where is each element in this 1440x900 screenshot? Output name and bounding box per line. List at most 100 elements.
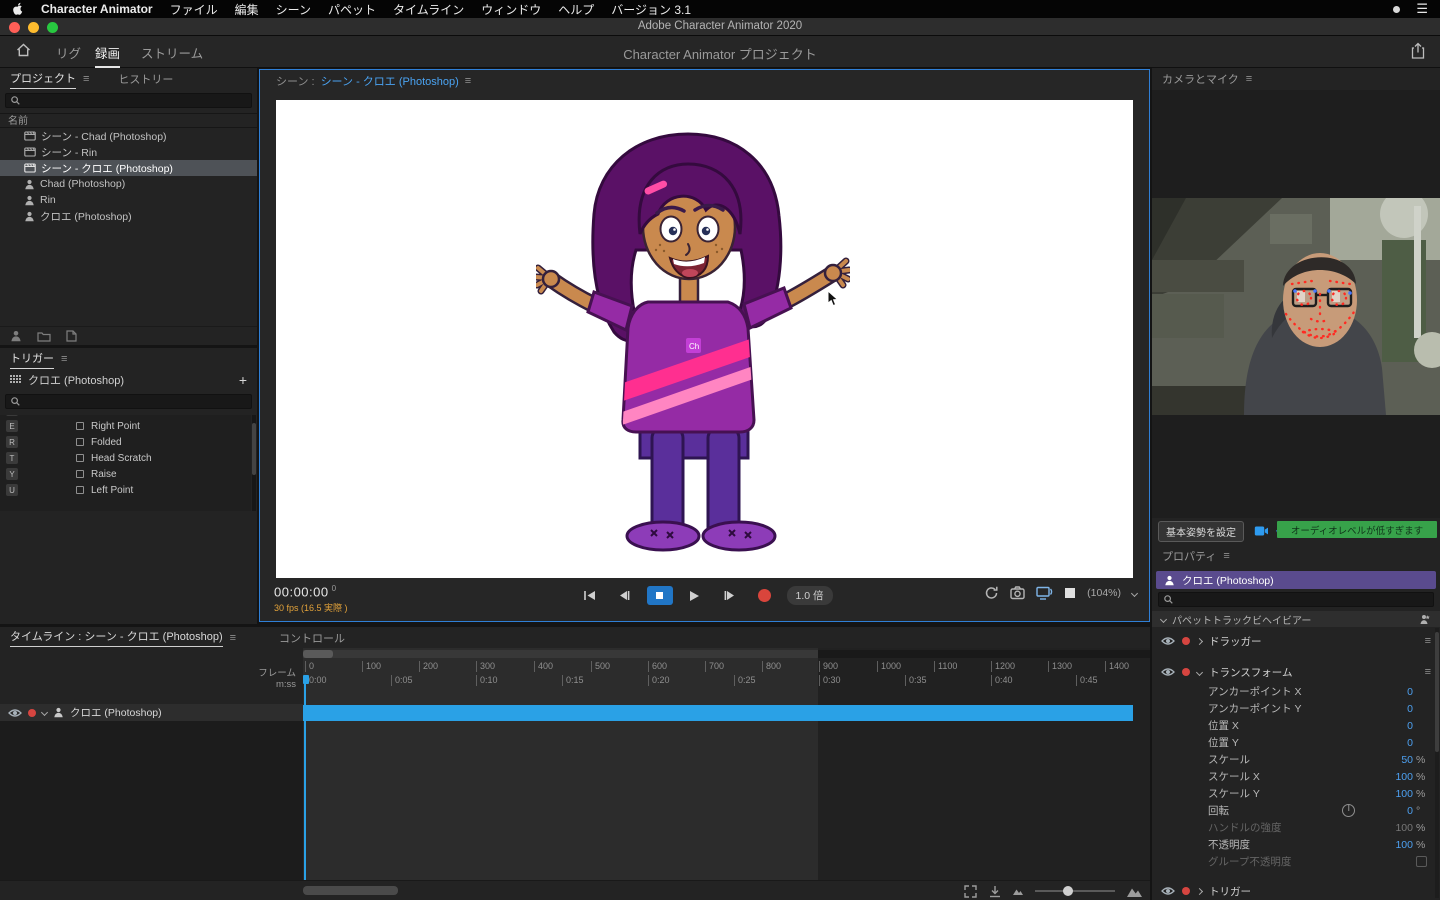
scene-header-name[interactable]: シーン - クロエ (Photoshop) (321, 73, 459, 89)
behavior-badge-icon[interactable] (1419, 614, 1431, 625)
behavior-trigger-row[interactable]: トリガー (1152, 882, 1440, 900)
param-position-x[interactable]: 位置 X0 (1152, 717, 1440, 734)
trigger-key[interactable]: T (6, 452, 18, 464)
properties-search-input[interactable] (1177, 594, 1428, 605)
behavior-transform-row[interactable]: トランスフォーム ≡ (1152, 663, 1440, 681)
param-scale-x[interactable]: スケール X 100% (1152, 768, 1440, 785)
timeline-panel-menu-icon[interactable]: ≡ (230, 632, 236, 644)
param-opacity[interactable]: 不透明度 100% (1152, 836, 1440, 853)
menubar-app-name[interactable]: Character Animator (41, 2, 153, 16)
project-name-header[interactable]: 名前 (0, 113, 257, 128)
menu-file[interactable]: ファイル (170, 1, 218, 18)
project-item-scene-rin[interactable]: シーン - Rin (0, 144, 257, 160)
zoom-out-icon[interactable] (1013, 887, 1023, 895)
behavior-dragger-row[interactable]: ドラッガー ≡ (1152, 632, 1440, 650)
group-opacity-checkbox[interactable] (1416, 856, 1427, 867)
eye-icon[interactable] (1161, 636, 1175, 646)
trigger-key[interactable]: R (6, 436, 18, 448)
playback-speed[interactable]: 1.0 倍 (786, 586, 833, 605)
menu-window[interactable]: ウィンドウ (481, 1, 541, 18)
menubar-list-icon[interactable]: ☰ (1416, 1, 1428, 17)
param-anchor-x[interactable]: アンカーポイント X0 (1152, 683, 1440, 700)
triggers-search-input[interactable] (24, 396, 246, 407)
zoom-chevron-down-icon[interactable] (1130, 589, 1139, 597)
param-rotation[interactable]: 回転 0 ° (1152, 802, 1440, 819)
snapshot-icon[interactable] (1010, 586, 1025, 600)
timeline-zoom-slider[interactable] (1035, 886, 1115, 896)
properties-panel-menu-icon[interactable]: ≡ (1223, 550, 1229, 562)
trigger-row-right-point[interactable]: E Right Point (0, 418, 251, 434)
menu-help[interactable]: ヘルプ (558, 1, 594, 18)
dragger-row-menu-icon[interactable]: ≡ (1425, 635, 1431, 647)
new-scene-icon[interactable] (66, 330, 77, 342)
project-search[interactable] (5, 93, 252, 108)
tab-triggers[interactable]: トリガー (10, 350, 54, 369)
param-scale-y[interactable]: スケール Y 100% (1152, 785, 1440, 802)
trigger-key[interactable]: E (6, 420, 18, 432)
timeline-horizontal-scrollbar[interactable] (303, 886, 398, 895)
new-puppet-icon[interactable] (10, 330, 22, 342)
timeline-navigator-bar[interactable] (303, 650, 1150, 658)
trigger-row-raise[interactable]: Y Raise (0, 466, 251, 482)
frame-ruler[interactable]: 0 100 200 300 400 500 600 700 800 900 10… (303, 661, 1150, 674)
tab-project[interactable]: プロジェクト (10, 70, 76, 89)
param-position-y[interactable]: 位置 Y0 (1152, 734, 1440, 751)
chevron-right-icon[interactable] (1195, 887, 1204, 895)
zoom-level[interactable]: (104%) (1087, 587, 1121, 599)
record-button[interactable] (751, 586, 777, 605)
zoom-slider-knob[interactable] (1063, 886, 1073, 896)
play-button[interactable] (681, 586, 707, 605)
arm-record-dot[interactable] (1182, 887, 1190, 895)
camera-icon[interactable] (1254, 525, 1269, 537)
behaviors-header[interactable]: パペットトラックビヘイビアー (1152, 611, 1440, 627)
properties-scrollbar[interactable] (1435, 628, 1439, 898)
fullscreen-icon[interactable] (1064, 587, 1076, 599)
project-item-scene-chloe-selected[interactable]: シーン - クロエ (Photoshop) (0, 160, 257, 176)
project-panel-menu-icon[interactable]: ≡ (83, 73, 89, 85)
trigger-row-left-point[interactable]: U Left Point (0, 482, 251, 498)
tab-history[interactable]: ヒストリー (118, 71, 173, 87)
scene-panel-menu-icon[interactable]: ≡ (465, 75, 471, 87)
triggers-search[interactable] (5, 394, 252, 409)
project-item-puppet-rin[interactable]: Rin (0, 192, 257, 208)
menu-edit[interactable]: 編集 (235, 1, 259, 18)
puppet-chloe-artwork[interactable]: Ch (536, 132, 850, 552)
trigger-key[interactable]: U (6, 484, 18, 496)
export-share-icon[interactable] (1410, 42, 1426, 60)
time-ruler[interactable]: 0:00 0:05 0:10 0:15 0:20 0:25 0:30 0:35 … (303, 675, 1150, 688)
transform-row-menu-icon[interactable]: ≡ (1425, 666, 1431, 678)
eye-icon[interactable] (1161, 886, 1175, 896)
timeline-track-header[interactable]: クロエ (Photoshop) (0, 704, 303, 721)
timecode[interactable]: 00:00:00 0 (274, 584, 337, 599)
stream-monitor-icon[interactable] (1036, 586, 1053, 600)
scene-canvas[interactable]: Ch (276, 100, 1133, 578)
properties-puppet-row[interactable]: クロエ (Photoshop) (1156, 571, 1436, 589)
go-to-start-button[interactable] (576, 586, 602, 605)
set-rest-pose-button[interactable]: 基本姿勢を設定 (1158, 520, 1244, 542)
tab-controls[interactable]: コントロール (279, 630, 345, 646)
loop-icon[interactable] (984, 586, 999, 600)
menubar-status-dot-icon[interactable] (1393, 5, 1401, 13)
chevron-right-icon[interactable] (1195, 637, 1204, 645)
chevron-down-icon[interactable] (1195, 668, 1204, 676)
param-anchor-y[interactable]: アンカーポイント Y0 (1152, 700, 1440, 717)
triggers-panel-menu-icon[interactable]: ≡ (61, 353, 67, 365)
tab-timeline[interactable]: タイムライン : シーン - クロエ (Photoshop) (10, 628, 223, 647)
project-search-input[interactable] (24, 95, 246, 106)
chevron-down-icon[interactable] (40, 708, 49, 717)
menu-timeline[interactable]: タイムライン (393, 1, 464, 18)
trigger-row-head-scratch[interactable]: T Head Scratch (0, 450, 251, 466)
param-scale[interactable]: スケール 50% (1152, 751, 1440, 768)
window-title-bar[interactable]: Adobe Character Animator 2020 (0, 18, 1440, 36)
eye-icon[interactable] (8, 708, 22, 718)
new-folder-icon[interactable] (37, 331, 51, 342)
trigger-key[interactable]: Y (6, 468, 18, 480)
apple-icon[interactable] (12, 2, 24, 16)
camera-mic-title[interactable]: カメラとマイク (1162, 71, 1239, 87)
trigger-row-folded[interactable]: R Folded (0, 434, 251, 450)
arm-record-dot[interactable] (1182, 668, 1190, 676)
menu-scene[interactable]: シーン (276, 1, 311, 18)
previous-frame-button[interactable] (611, 586, 637, 605)
camera-panel-menu-icon[interactable]: ≡ (1246, 73, 1252, 85)
add-trigger-button[interactable]: + (239, 373, 247, 387)
